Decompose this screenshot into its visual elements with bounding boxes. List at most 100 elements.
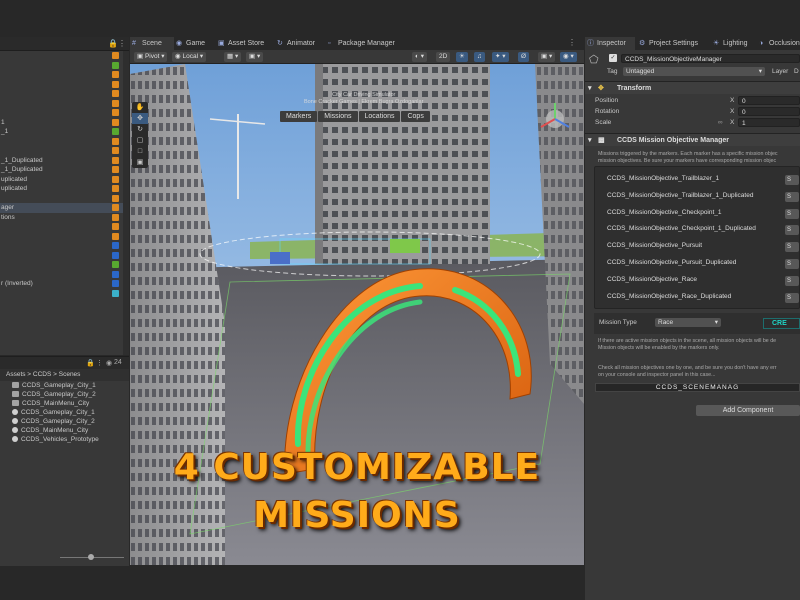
tab-game[interactable]: ◉ Game xyxy=(174,37,205,50)
add-component-button[interactable]: Add Component xyxy=(696,405,800,416)
mission-manager-header[interactable]: ▾ ▩ CCDS Mission Objective Manager xyxy=(585,133,800,146)
rect-tool-icon[interactable]: □ xyxy=(132,146,148,157)
project-item[interactable]: CCDS_Vehicles_Prototype xyxy=(0,435,129,444)
project-item[interactable]: CCDS_Gameplay_City_1 xyxy=(0,381,129,390)
object-name-field[interactable]: CCDS_MissionObjectiveManager xyxy=(621,54,800,63)
markers-button[interactable]: Markers xyxy=(280,111,318,122)
mode-2d-toggle[interactable]: 2D xyxy=(436,52,451,62)
tab-lighting[interactable]: ☀ Lighting xyxy=(711,37,748,50)
unity-scene-icon xyxy=(12,427,18,434)
layer-value[interactable]: D xyxy=(794,68,799,75)
breadcrumb[interactable]: Assets > CCDS > Scenes xyxy=(0,369,129,381)
hierarchy-row[interactable] xyxy=(0,99,129,109)
occlusion-icon: ◑ xyxy=(759,40,764,47)
tab-inspector[interactable]: ⓘ Inspector xyxy=(585,37,635,50)
position-x-field[interactable]: 0 xyxy=(738,96,800,105)
draw-mode-dropdown[interactable]: ◐ ▾ xyxy=(412,52,427,62)
project-item[interactable]: CCDS_MainMenu_City xyxy=(0,426,129,435)
move-tool-icon[interactable]: ✥ xyxy=(132,113,148,124)
hierarchy-row[interactable]: r (Inverted) xyxy=(0,279,129,289)
grid-snapping-button[interactable]: ▦ ▾ xyxy=(224,52,242,62)
hierarchy-row[interactable] xyxy=(0,61,129,71)
select-objective-button[interactable]: S xyxy=(785,175,799,185)
hierarchy-row[interactable]: _1 xyxy=(0,127,129,137)
hierarchy-row-label: ager xyxy=(1,204,15,211)
project-item[interactable]: CCDS_Gameplay_City_1 xyxy=(0,408,129,417)
tab-asset-store[interactable]: ▣ Asset Store xyxy=(216,37,264,50)
hierarchy-row[interactable] xyxy=(0,89,129,99)
select-objective-button[interactable]: S xyxy=(785,208,799,219)
hierarchy-scrollbar[interactable] xyxy=(123,51,129,355)
hand-tool-icon[interactable]: ✋ xyxy=(132,102,148,113)
hierarchy-row[interactable] xyxy=(0,289,129,299)
cops-button[interactable]: Cops xyxy=(401,111,430,122)
tab-scene[interactable]: # Scene xyxy=(130,37,174,50)
select-objective-button[interactable]: S xyxy=(785,225,799,236)
more-options-icon[interactable]: ⋮ xyxy=(568,38,576,47)
active-checkbox[interactable]: ✓ xyxy=(609,54,617,62)
hierarchy-row[interactable]: tions xyxy=(0,213,129,223)
create-mission-button[interactable]: CRE xyxy=(763,318,800,329)
hierarchy-row[interactable] xyxy=(0,270,129,280)
hierarchy-row[interactable] xyxy=(0,251,129,261)
scene-viewport[interactable]: ✋ ✥ ↻ ▢ □ ▣ City Car Driving Simulator B… xyxy=(130,64,584,565)
increment-snap-button[interactable]: ▣ ▾ xyxy=(246,52,264,62)
scale-x-field[interactable]: 1 xyxy=(738,118,800,127)
hierarchy-row[interactable] xyxy=(0,232,129,242)
effects-toggle-icon[interactable]: ✦ ▾ xyxy=(492,52,509,62)
select-objective-button[interactable]: S xyxy=(785,259,799,269)
tab-project-settings[interactable]: ⚙ Project Settings xyxy=(637,37,698,50)
tab-occlusion[interactable]: ◑ Occlusion xyxy=(757,37,800,50)
gizmos-toggle-icon[interactable]: ◉ ▾ xyxy=(560,52,577,62)
scale-tool-icon[interactable]: ▢ xyxy=(132,135,148,146)
pivot-dropdown[interactable]: ▣ Pivot ▾ xyxy=(134,52,168,62)
select-objective-button[interactable]: S xyxy=(785,292,799,303)
locations-button[interactable]: Locations xyxy=(358,111,401,122)
select-objective-button[interactable]: S xyxy=(785,191,799,202)
hierarchy-row[interactable] xyxy=(0,51,129,61)
hierarchy-row[interactable] xyxy=(0,260,129,270)
transform-header[interactable]: ▾ ✥ Transform xyxy=(585,81,800,94)
rotation-x-field[interactable]: 0 xyxy=(738,107,800,116)
transform-tool-icon[interactable]: ▣ xyxy=(132,157,148,168)
hierarchy-row[interactable] xyxy=(0,222,129,232)
more-options-icon[interactable]: ⋮ xyxy=(96,359,103,367)
project-item[interactable]: CCDS_Gameplay_City_2 xyxy=(0,417,129,426)
tab-package-manager[interactable]: ▫ Package Manager xyxy=(326,37,395,50)
object-marker-icon xyxy=(112,118,119,126)
local-dropdown[interactable]: ◉ Local ▾ xyxy=(172,52,207,62)
project-item[interactable]: CCDS_MainMenu_City xyxy=(0,399,129,408)
select-objective-button[interactable]: S xyxy=(785,275,799,286)
lock-icon[interactable]: 🔒 xyxy=(86,359,95,367)
hierarchy-row[interactable]: _1_Duplicated xyxy=(0,156,129,166)
more-options-icon[interactable]: ⋮ xyxy=(118,39,126,48)
hierarchy-row[interactable] xyxy=(0,80,129,90)
hierarchy-row[interactable] xyxy=(0,146,129,156)
lighting-toggle-icon[interactable]: ☀ xyxy=(456,52,468,62)
rotate-tool-icon[interactable]: ↻ xyxy=(132,124,148,135)
eye-icon[interactable]: ◉ xyxy=(106,359,112,367)
hierarchy-row[interactable]: ager xyxy=(0,203,129,213)
tab-animator[interactable]: ↻ Animator xyxy=(275,37,315,50)
missions-button[interactable]: Missions xyxy=(318,111,358,122)
audio-toggle-icon[interactable]: ♫ xyxy=(474,52,485,62)
tag-dropdown[interactable]: Untagged ▾ xyxy=(623,67,765,76)
icon-size-slider[interactable] xyxy=(60,554,124,560)
hierarchy-row[interactable] xyxy=(0,241,129,251)
hierarchy-row[interactable]: 1 xyxy=(0,118,129,128)
scene-manager-button[interactable]: CCDS_SCENEMANAG xyxy=(595,383,800,392)
hierarchy-row[interactable]: uplicated xyxy=(0,184,129,194)
select-objective-button[interactable]: S xyxy=(785,242,799,253)
lock-icon[interactable]: 🔒 xyxy=(108,39,118,48)
hierarchy-row[interactable] xyxy=(0,137,129,147)
hierarchy-row[interactable] xyxy=(0,108,129,118)
mission-type-dropdown[interactable]: Race ▾ xyxy=(655,318,721,327)
hierarchy-row[interactable] xyxy=(0,70,129,80)
hierarchy-row[interactable]: uplicated xyxy=(0,175,129,185)
project-item[interactable]: CCDS_Gameplay_City_2 xyxy=(0,390,129,399)
camera-settings-icon[interactable]: ▣ ▾ xyxy=(538,52,556,62)
link-scale-icon[interactable]: ∞ xyxy=(718,119,723,126)
hierarchy-row[interactable]: _1_Duplicated xyxy=(0,165,129,175)
hierarchy-row[interactable] xyxy=(0,194,129,204)
hidden-objects-icon[interactable]: Ø xyxy=(518,52,530,62)
